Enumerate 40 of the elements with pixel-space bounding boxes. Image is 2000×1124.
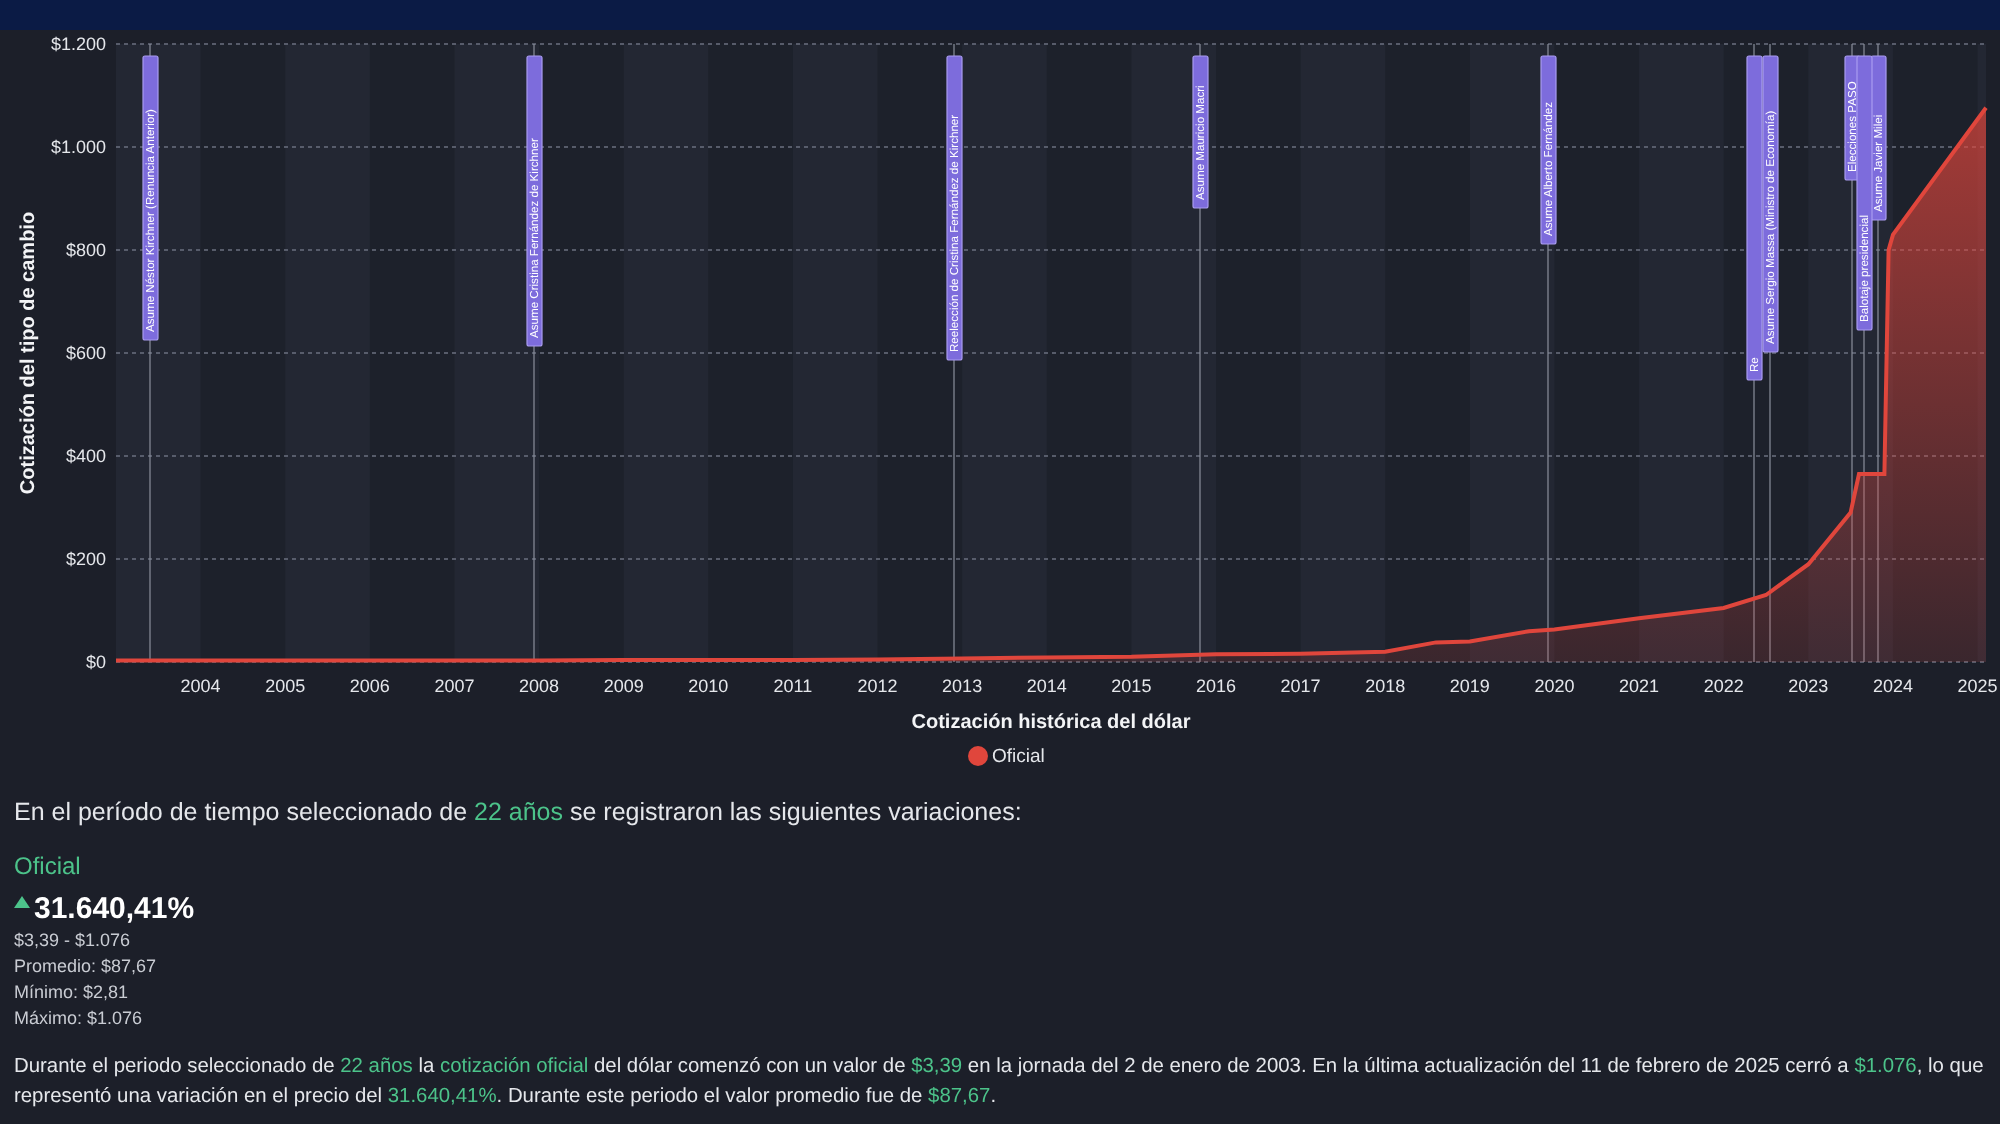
x-tick-label: 2019 [1449, 676, 1490, 696]
x-tick-label: 2007 [434, 676, 475, 696]
x-tick-label: 2010 [688, 676, 729, 696]
x-tick-label: 2021 [1619, 676, 1660, 696]
x-tick-label: 2018 [1365, 676, 1406, 696]
x-tick-label: 2016 [1195, 676, 1237, 696]
x-tick-label: 2005 [265, 676, 306, 696]
y-tick-label: $1.200 [50, 34, 106, 54]
y-tick-label: $200 [65, 549, 106, 569]
x-tick-label: 2025 [1957, 676, 1998, 696]
y-tick-label: $0 [85, 652, 106, 672]
y-tick-label: $1.000 [50, 137, 106, 157]
x-tick-label: 2012 [857, 676, 898, 696]
x-tick-label: 2020 [1534, 676, 1575, 696]
legend-label[interactable]: Oficial [992, 746, 1045, 768]
x-tick-label: 2014 [1026, 676, 1067, 696]
x-axis-title: Cotización histórica del dólar [911, 712, 1191, 734]
x-tick-label: 2004 [180, 676, 221, 696]
detail-text: Máximo: $1.076 [14, 1005, 143, 1032]
detail-text: Promedio: $87,67 [14, 953, 157, 980]
series-name: Oficial [14, 849, 81, 884]
y-tick-label: $600 [65, 343, 106, 363]
y-tick-label: $800 [65, 240, 106, 260]
x-tick-label: 2022 [1703, 676, 1744, 696]
x-tick-label: 2006 [349, 676, 390, 696]
y-tick-label: $400 [65, 446, 106, 466]
detail-text: $3,39 - $1.076 [14, 927, 131, 954]
x-tick-label: 2008 [519, 676, 560, 696]
x-tick-label: 2013 [942, 676, 983, 696]
y-axis-title: Cotización del tipo de cambio [18, 211, 40, 495]
detail-text: Mínimo: $2,81 [14, 979, 129, 1006]
x-tick-label: 2023 [1788, 676, 1829, 696]
intro-text: En el período de tiempo seleccionado de 22 años se registraron las siguientes variaciones: [14, 796, 1024, 830]
change-percentage: 31.640,41% [34, 891, 195, 928]
x-tick-label: 2015 [1111, 676, 1152, 696]
x-tick-label: 2009 [603, 676, 644, 696]
summary-paragraph: Durante el periodo seleccionado de 22 años la cotización oficial del dólar comenzó con un valor de $3,39 en la jornada del 2 de enero de 2003. En la última actualización del 11 de febrero de 2025 cerró a $1.076, lo que representó una variación en el precio del 31.640,41%. Durante este periodo el valor promedio fue de $87,67. [14, 1053, 1986, 1112]
x-tick-label: 2011 [773, 676, 813, 696]
x-tick-label: 2024 [1872, 676, 1913, 696]
x-tick-label: 2017 [1280, 676, 1321, 696]
